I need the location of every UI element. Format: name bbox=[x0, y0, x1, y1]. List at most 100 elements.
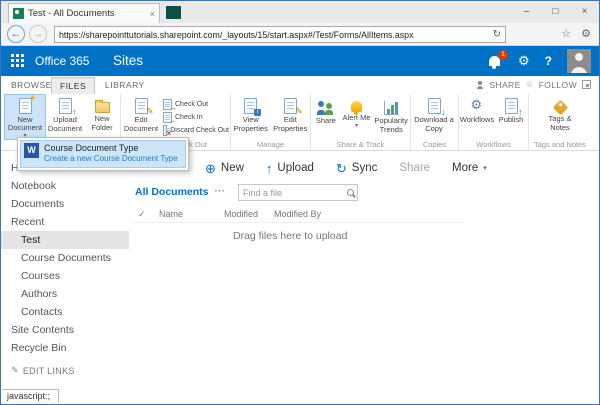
sidebar-item-notebook[interactable]: Notebook bbox=[1, 177, 129, 195]
maximize-button[interactable]: □ bbox=[541, 1, 570, 22]
ribbon-group-label: Workflows bbox=[476, 140, 511, 149]
user-avatar[interactable] bbox=[567, 49, 591, 73]
edit-document-button[interactable]: Edit Document bbox=[121, 95, 161, 139]
sync-command-label: Sync bbox=[351, 162, 378, 174]
office365-brand[interactable]: Office 365 bbox=[35, 54, 89, 68]
button-label: Share bbox=[315, 116, 336, 125]
publish-button[interactable]: Publish bbox=[495, 95, 527, 139]
sync-command[interactable]: ↻ Sync bbox=[336, 162, 377, 175]
tab-browse[interactable]: BROWSE bbox=[11, 80, 52, 90]
window-controls: – □ × bbox=[512, 1, 599, 22]
edit-document-icon bbox=[134, 98, 153, 117]
check-in-button[interactable]: Check In bbox=[161, 111, 229, 125]
discard-check-out-button[interactable]: Discard Check Out bbox=[161, 124, 229, 138]
ribbon-group-manage: View Properties Edit Properties Manage bbox=[231, 94, 311, 150]
favorites-star-icon[interactable]: ☆ bbox=[561, 27, 571, 40]
button-label: View Properties bbox=[233, 115, 268, 133]
menu-item-course-document-type[interactable]: W Course Document Type Create a new Cour… bbox=[20, 140, 186, 168]
sidebar-item-authors[interactable]: Authors bbox=[1, 285, 129, 303]
suite-bar: Office 365 Sites 1 ⚙ ? bbox=[1, 46, 599, 76]
check-out-icon bbox=[163, 98, 177, 112]
tag-icon bbox=[552, 99, 568, 116]
upload-document-button[interactable]: Upload Document bbox=[45, 95, 85, 139]
edit-properties-button[interactable]: Edit Properties bbox=[271, 95, 311, 139]
quick-launch-nav: Home Notebook Documents Recent Test Cour… bbox=[1, 151, 129, 390]
ribbon-tab-strip: BROWSE FILES LIBRARY SHARE ☆ FOLLOW bbox=[1, 76, 599, 95]
address-bar-icons: ☆ ⚙ bbox=[561, 27, 591, 40]
upload-command-label: Upload bbox=[277, 162, 314, 174]
tags-and-notes-button[interactable]: Tags & Notes bbox=[538, 95, 582, 139]
button-label: Popularity Trends bbox=[374, 116, 408, 134]
share-button[interactable]: Share bbox=[311, 95, 341, 139]
download-a-copy-button[interactable]: Download a Copy bbox=[411, 95, 457, 139]
button-label: Download a Copy bbox=[414, 115, 454, 133]
notifications-bell-icon[interactable]: 1 bbox=[489, 50, 508, 69]
sidebar-item-recycle-bin[interactable]: Recycle Bin bbox=[1, 339, 129, 357]
share-link[interactable]: SHARE bbox=[489, 80, 520, 90]
suite-bar-actions: 1 ⚙ ? bbox=[489, 46, 591, 76]
alert-bell-icon bbox=[351, 101, 363, 115]
search-magnifier-icon[interactable] bbox=[347, 189, 354, 196]
tab-library[interactable]: LIBRARY bbox=[105, 80, 145, 90]
url-box[interactable]: https://sharepointtutorials.sharepoint.c… bbox=[54, 26, 506, 43]
menu-item-subtitle: Create a new Course Document Type bbox=[44, 154, 178, 164]
app-launcher-waffle-icon[interactable] bbox=[11, 54, 24, 72]
ribbon-group-label: Copies bbox=[422, 140, 447, 149]
ribbon-group-copies: Download a Copy Copies bbox=[411, 94, 459, 150]
sidebar-item-recent[interactable]: Recent bbox=[1, 213, 129, 231]
button-label: Publish bbox=[498, 115, 524, 124]
alert-me-button[interactable]: Alert Me ▾ bbox=[341, 95, 373, 139]
follow-link[interactable]: FOLLOW bbox=[539, 80, 577, 90]
sidebar-item-site-contents[interactable]: Site Contents bbox=[1, 321, 129, 339]
search-input[interactable] bbox=[243, 187, 347, 198]
forward-button[interactable]: → bbox=[29, 25, 47, 43]
pencil-icon: ✎ bbox=[11, 365, 19, 375]
sidebar-item-contacts[interactable]: Contacts bbox=[1, 303, 129, 321]
new-command[interactable]: ⊕ New bbox=[205, 162, 244, 175]
column-header-modified-by[interactable]: Modified By bbox=[274, 209, 321, 219]
tab-close-icon[interactable]: × bbox=[150, 9, 155, 19]
new-tab-button[interactable] bbox=[166, 6, 181, 19]
upload-arrow-icon: ↑ bbox=[265, 160, 273, 176]
select-all-checkmark[interactable]: ✓ bbox=[138, 209, 146, 220]
workflows-button[interactable]: Workflows bbox=[459, 95, 495, 139]
upload-command[interactable]: ↑ Upload bbox=[266, 162, 314, 175]
popularity-chart-icon bbox=[383, 101, 399, 115]
button-label: Alert Me bbox=[342, 113, 371, 122]
back-button[interactable]: ← bbox=[7, 25, 25, 43]
column-header-modified[interactable]: Modified bbox=[224, 209, 258, 219]
drag-drop-zone-text[interactable]: Drag files here to upload bbox=[233, 230, 347, 242]
new-document-dropdown-menu: W Course Document Type Create a new Cour… bbox=[17, 137, 189, 171]
sidebar-item-courses[interactable]: Courses bbox=[1, 267, 129, 285]
column-header-name[interactable]: Name bbox=[159, 209, 183, 219]
sidebar-item-course-documents[interactable]: Course Documents bbox=[1, 249, 129, 267]
share-command[interactable]: Share bbox=[399, 162, 430, 174]
settings-gear-icon[interactable]: ⚙ bbox=[518, 53, 530, 69]
button-label: Edit Properties bbox=[273, 115, 308, 133]
browser-tab[interactable]: Test - All Documents × bbox=[8, 3, 160, 23]
edit-links-button[interactable]: ✎ EDIT LINKS bbox=[1, 365, 129, 376]
focus-on-content-icon[interactable] bbox=[582, 80, 591, 89]
tab-files[interactable]: FILES bbox=[51, 77, 96, 95]
close-button[interactable]: × bbox=[570, 1, 599, 22]
help-icon[interactable]: ? bbox=[545, 54, 552, 68]
sites-section-title[interactable]: Sites bbox=[113, 53, 143, 68]
browser-tools-gear-icon[interactable]: ⚙ bbox=[581, 27, 591, 40]
share-follow-actions: SHARE ☆ FOLLOW bbox=[476, 79, 591, 90]
refresh-icon[interactable]: ↻ bbox=[493, 29, 501, 40]
minimize-button[interactable]: – bbox=[512, 1, 541, 22]
view-properties-button[interactable]: View Properties bbox=[231, 95, 271, 139]
view-ellipsis-menu[interactable]: ⋯ bbox=[214, 184, 226, 197]
check-out-button[interactable]: Check Out bbox=[161, 98, 229, 112]
popularity-trends-button[interactable]: Popularity Trends bbox=[372, 95, 410, 139]
view-all-documents[interactable]: All Documents bbox=[135, 186, 209, 198]
new-folder-button[interactable]: New Folder bbox=[85, 95, 119, 139]
url-text: https://sharepointtutorials.sharepoint.c… bbox=[59, 29, 414, 40]
more-command[interactable]: More ▾ bbox=[452, 162, 487, 174]
new-document-button[interactable]: New Document ▾ bbox=[4, 93, 46, 140]
tab-title: Test - All Documents bbox=[28, 8, 115, 19]
share-command-label: Share bbox=[399, 162, 431, 174]
sidebar-item-test[interactable]: Test bbox=[1, 231, 129, 249]
sidebar-item-documents[interactable]: Documents bbox=[1, 195, 129, 213]
button-label: Check In bbox=[175, 113, 203, 121]
